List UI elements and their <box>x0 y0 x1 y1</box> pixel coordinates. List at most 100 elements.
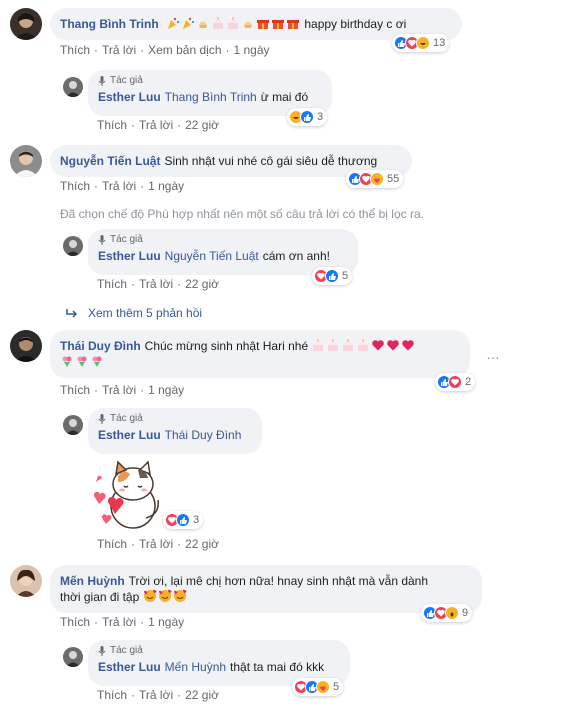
avatar[interactable] <box>63 647 83 667</box>
timestamp[interactable]: 1 ngày <box>148 383 184 397</box>
reaction-count: 5 <box>342 270 349 282</box>
like-button[interactable]: Thích <box>97 537 127 551</box>
reactions-summary[interactable]: 13 <box>392 34 450 52</box>
reply-button[interactable]: Trả lời <box>139 277 173 291</box>
comment-actions: Thích · Trả lời · 1 ngày <box>60 179 184 193</box>
translate-button[interactable]: Xem bản dịch <box>148 43 221 57</box>
avatar[interactable] <box>10 145 42 177</box>
author-badge-label: Tác giả <box>110 413 143 424</box>
separator: · <box>177 688 182 702</box>
party-popper-emoji <box>163 17 305 31</box>
cat-sticker[interactable] <box>88 456 168 532</box>
reply-author[interactable]: Esther Luu <box>98 249 161 263</box>
reply-actions: Thích · Trả lời · 22 giờ <box>97 688 219 702</box>
reply-button[interactable]: Trả lời <box>102 43 136 57</box>
comment-author[interactable]: Thang Bình Trinh <box>60 17 159 31</box>
reply-author[interactable]: Esther Luu <box>98 428 161 442</box>
reactions-summary[interactable]: 55 <box>346 170 404 188</box>
comment-author[interactable]: Thái Duy Đình <box>60 339 141 353</box>
reply-author[interactable]: Esther Luu <box>98 660 161 674</box>
reaction-count: 55 <box>387 173 400 185</box>
bouquet-emoji <box>60 354 460 370</box>
reply-text: cám ơn anh! <box>262 249 330 263</box>
care-reaction-icon <box>370 172 384 186</box>
reaction-count: 9 <box>462 607 469 619</box>
timestamp[interactable]: 22 giờ <box>185 688 219 702</box>
microphone-icon <box>98 76 106 86</box>
reply-bubble: Tác giả Esther Luu Thái Duy Đình <box>88 408 262 454</box>
more-options-button[interactable]: … <box>486 346 500 362</box>
reply-author[interactable]: Esther Luu <box>98 90 161 104</box>
like-button[interactable]: Thích <box>60 43 90 57</box>
reactions-summary[interactable]: 5 <box>312 267 353 285</box>
author-badge-label: Tác giả <box>110 645 143 656</box>
avatar[interactable] <box>10 330 42 362</box>
timestamp[interactable]: 1 ngày <box>148 179 184 193</box>
avatar[interactable] <box>10 565 42 597</box>
like-button[interactable]: Thích <box>97 688 127 702</box>
mention-link[interactable]: Thái Duy Đình <box>165 428 242 442</box>
author-badge-label: Tác giả <box>110 234 143 245</box>
separator: · <box>225 43 230 57</box>
comment-text-line2: thời gian đi tập <box>60 590 140 604</box>
reply-button[interactable]: Trả lời <box>102 615 136 629</box>
author-badge: Tác giả <box>98 233 348 247</box>
comment-bubble: Thái Duy Đình Chúc mừng sinh nhật Hari nh… <box>50 330 470 378</box>
avatar[interactable] <box>63 415 83 435</box>
reply-button[interactable]: Trả lời <box>102 179 136 193</box>
like-button[interactable]: Thích <box>97 277 127 291</box>
reply-actions: Thích · Trả lời · 22 giờ <box>97 537 219 551</box>
avatar[interactable] <box>63 236 83 256</box>
timestamp[interactable]: 22 giờ <box>185 277 219 291</box>
reply-button[interactable]: Trả lời <box>139 537 173 551</box>
reply-button[interactable]: Trả lời <box>139 118 173 132</box>
timestamp[interactable]: 22 giờ <box>185 118 219 132</box>
avatar[interactable] <box>10 8 42 40</box>
separator: · <box>94 383 99 397</box>
comment-author[interactable]: Mến Huỳnh <box>60 574 125 588</box>
comment-text: happy birthday c ơi <box>304 17 407 31</box>
comment-text: Chúc mừng sinh nhật Hari nhé <box>144 339 309 353</box>
mention-link[interactable]: Thang Bình Trinh <box>165 90 257 104</box>
separator: · <box>94 615 99 629</box>
see-more-label[interactable]: Xem thêm 5 phản hồi <box>88 306 202 320</box>
wow-reaction-icon <box>445 606 459 620</box>
cake-emoji <box>311 339 371 353</box>
like-button[interactable]: Thích <box>60 383 90 397</box>
reaction-count: 13 <box>433 37 446 49</box>
separator: · <box>94 43 99 57</box>
see-more-replies[interactable]: Xem thêm 5 phản hồi <box>66 306 202 320</box>
timestamp[interactable]: 1 ngày <box>234 43 270 57</box>
author-badge: Tác giả <box>98 644 340 658</box>
comment-actions: Thích · Trả lời · 1 ngày <box>60 383 184 397</box>
reactions-summary[interactable]: 3 <box>163 511 204 529</box>
reply-actions: Thích · Trả lời · 22 giờ <box>97 118 219 132</box>
reactions-summary[interactable]: 5 <box>292 678 344 696</box>
separator: · <box>177 118 182 132</box>
author-badge-label: Tác giả <box>110 75 143 86</box>
heart-emoji <box>371 339 416 353</box>
like-button[interactable]: Thích <box>97 118 127 132</box>
reply-text: ừ mai đó <box>260 90 309 104</box>
reply-button[interactable]: Trả lời <box>139 688 173 702</box>
separator: · <box>177 537 182 551</box>
avatar[interactable] <box>63 77 83 97</box>
microphone-icon <box>98 235 106 245</box>
mention-link[interactable]: Mến Huỳnh <box>165 660 226 674</box>
haha-reaction-icon <box>416 36 430 50</box>
like-button[interactable]: Thích <box>60 615 90 629</box>
reactions-summary[interactable]: 2 <box>435 373 476 391</box>
timestamp[interactable]: 22 giờ <box>185 537 219 551</box>
separator: · <box>140 179 145 193</box>
comment-author[interactable]: Nguyễn Tiến Luật <box>60 154 160 168</box>
smiling-hearts-emoji <box>143 589 188 604</box>
separator: · <box>131 688 136 702</box>
mention-link[interactable]: Nguyễn Tiến Luật <box>165 249 259 263</box>
timestamp[interactable]: 1 ngày <box>148 615 184 629</box>
reply-button[interactable]: Trả lời <box>102 383 136 397</box>
reactions-summary[interactable]: 9 <box>421 604 473 622</box>
like-button[interactable]: Thích <box>60 179 90 193</box>
separator: · <box>131 277 136 291</box>
like-reaction-icon <box>176 513 190 527</box>
reactions-summary[interactable]: 3 <box>287 108 328 126</box>
